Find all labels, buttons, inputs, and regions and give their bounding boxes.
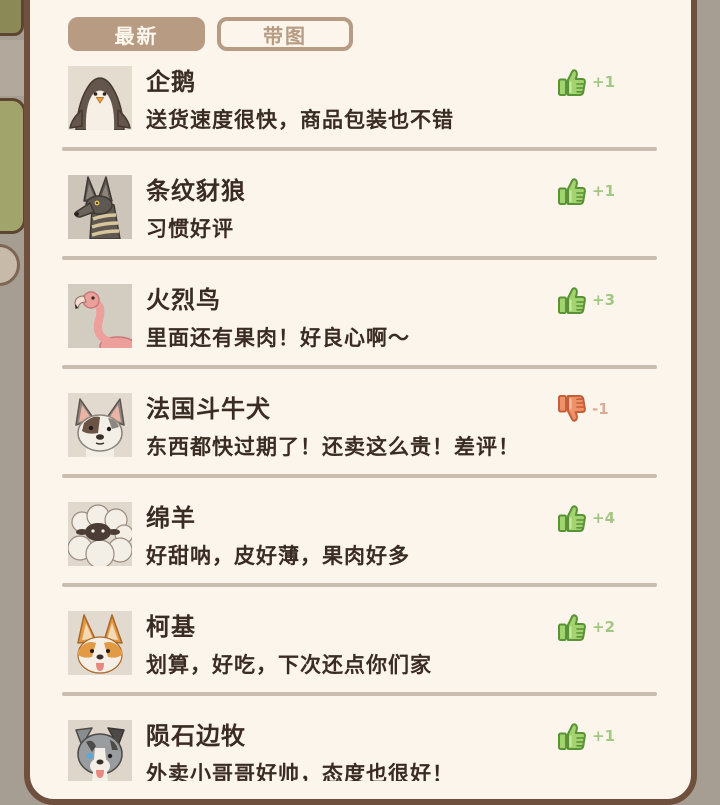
penguin-icon (68, 66, 132, 130)
thumbs-up-icon (558, 69, 586, 96)
review-item: 条纹豺狼 习惯好评 +1 (30, 175, 690, 284)
thumbs-up-icon (558, 287, 586, 314)
review-text: 东西都快过期了！还卖这么贵！差评！ (146, 435, 520, 459)
reviewer-name: 绵羊 (146, 504, 196, 532)
flamingo-icon (68, 284, 132, 348)
review-text: 好甜呐，皮好薄，果肉好多 (146, 544, 410, 568)
review-item: 柯基 划算，好吃，下次还点你们家 +2 (30, 611, 690, 720)
review-text: 送货速度很快，商品包装也不错 (146, 108, 454, 132)
vote-count: +1 (592, 182, 616, 200)
background-decoration (0, 0, 24, 36)
review-text: 习惯好评 (146, 217, 234, 241)
striped-jackal-icon (68, 175, 132, 239)
divider (62, 256, 657, 260)
review-text: 里面还有果肉！好良心啊～ (146, 326, 410, 350)
sheep-icon (68, 502, 132, 566)
border-collie-icon (68, 720, 132, 781)
reviewer-name: 陨石边牧 (146, 722, 246, 750)
divider (62, 147, 657, 151)
vote-count: -1 (592, 400, 609, 418)
thumbs-up-icon (558, 723, 586, 750)
reviewer-name: 柯基 (146, 613, 196, 641)
review-item: 法国斗牛犬 东西都快过期了！还卖这么贵！差评！ -1 (30, 393, 690, 502)
thumbs-up-icon (558, 178, 586, 205)
background-decoration (0, 40, 24, 96)
thumbs-up-icon (558, 614, 586, 641)
background-decoration (0, 98, 26, 234)
thumbs-down-icon (558, 395, 586, 422)
reviewer-name: 法国斗牛犬 (146, 395, 271, 423)
tab-latest[interactable]: 最新 (68, 17, 205, 51)
corgi-icon (68, 611, 132, 675)
review-list[interactable]: 企鹅 送货速度很快，商品包装也不错 +1 条纹豺狼 习惯好评 +1 火烈鸟 里面… (30, 60, 690, 781)
vote-count: +2 (592, 618, 616, 636)
review-item: 企鹅 送货速度很快，商品包装也不错 +1 (30, 66, 690, 175)
vote-count: +1 (592, 73, 616, 91)
review-text: 划算，好吃，下次还点你们家 (146, 653, 432, 677)
vote-count: +3 (592, 291, 616, 309)
review-item: 陨石边牧 外卖小哥哥好帅，态度也很好！ +1 (30, 720, 690, 781)
french-bulldog-icon (68, 393, 132, 457)
reviewer-name: 条纹豺狼 (146, 177, 246, 205)
thumbs-up-icon (558, 505, 586, 532)
divider (62, 365, 657, 369)
reviewer-name: 火烈鸟 (146, 286, 221, 314)
divider (62, 583, 657, 587)
review-text: 外卖小哥哥好帅，态度也很好！ (146, 762, 454, 781)
tab-with-images[interactable]: 带图 (217, 17, 353, 51)
divider (62, 692, 657, 696)
reviewer-name: 企鹅 (146, 68, 196, 96)
divider (62, 474, 657, 478)
review-item: 火烈鸟 里面还有果肉！好良心啊～ +3 (30, 284, 690, 393)
review-item: 绵羊 好甜呐，皮好薄，果肉好多 +4 (30, 502, 690, 611)
background-decoration (0, 244, 20, 286)
vote-count: +4 (592, 509, 616, 527)
vote-count: +1 (592, 727, 616, 745)
